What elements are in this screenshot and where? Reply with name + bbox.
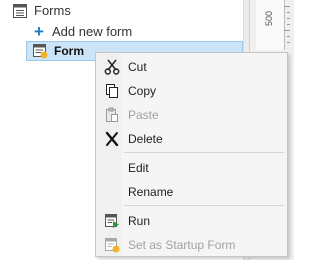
menu-item-delete-label: Delete (128, 132, 163, 146)
menu-separator (124, 205, 284, 206)
ruler-tick (287, 24, 290, 25)
menu-item-edit[interactable]: Edit (97, 156, 286, 180)
copy-icon (104, 83, 120, 99)
menu-item-rename[interactable]: Rename (97, 180, 286, 204)
startup-form-icon (104, 237, 120, 253)
ruler-label: 500 (264, 10, 274, 26)
tree-item-forms[interactable]: Forms (0, 0, 258, 21)
menu-item-rename-label: Rename (128, 185, 174, 199)
context-menu: Cut Copy Paste Delete Edit Rename Run Se… (95, 52, 288, 257)
ruler-tick (287, 42, 290, 43)
scissors-icon (104, 59, 120, 75)
menu-item-cut[interactable]: Cut (97, 55, 286, 79)
ruler-tick (287, 12, 290, 13)
tree-item-form-label: Form (54, 44, 84, 58)
menu-item-cut-label: Cut (128, 60, 147, 74)
paste-icon (104, 107, 120, 123)
add-new-form-label: Add new form (52, 24, 133, 39)
menu-item-copy[interactable]: Copy (97, 79, 286, 103)
ruler-tick (284, 30, 290, 31)
menu-item-set-as-startup-form-label: Set as Startup Form (128, 238, 236, 252)
menu-item-copy-label: Copy (128, 84, 157, 98)
delete-x-icon (104, 131, 120, 147)
menu-item-run-label: Run (128, 214, 151, 228)
menu-item-paste-label: Paste (128, 108, 159, 122)
menu-item-delete[interactable]: Delete (97, 127, 286, 151)
add-new-form-link[interactable]: + Add new form (0, 21, 278, 42)
menu-item-edit-label: Edit (128, 161, 149, 175)
menu-separator (124, 152, 284, 153)
menu-item-run[interactable]: Run (97, 209, 286, 233)
ruler-tick (287, 36, 290, 37)
tree-item-forms-label: Forms (34, 3, 71, 18)
menu-item-set-as-startup-form[interactable]: Set as Startup Form (97, 233, 286, 257)
form-icon (32, 43, 48, 59)
run-form-icon (104, 213, 120, 229)
ruler-tick (284, 6, 290, 7)
ruler-tick (287, 18, 290, 19)
plus-icon: + (34, 21, 44, 41)
forms-folder-icon (12, 3, 28, 19)
menu-item-paste[interactable]: Paste (97, 103, 286, 127)
